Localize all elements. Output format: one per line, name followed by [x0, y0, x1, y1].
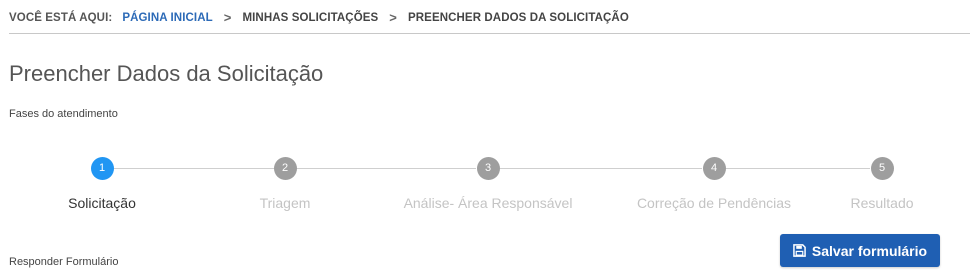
step-circle-3: 3	[476, 157, 500, 180]
step-circle-1: 1	[90, 157, 114, 180]
step-label-5: Resultado	[850, 195, 914, 211]
step-label-1: Solicitação	[68, 195, 136, 211]
step-label-4: Correção de Pendências	[636, 195, 792, 211]
step-connector	[725, 168, 870, 169]
step-circle-5: 5	[870, 157, 894, 180]
respond-form-label: Responder Formulário	[9, 256, 119, 268]
step-label-3: Análise- Área Responsável	[403, 195, 573, 211]
save-form-label: Salvar formulário	[811, 242, 928, 259]
step-circle-2: 2	[273, 157, 297, 180]
step-connector	[114, 168, 274, 169]
step-connector	[296, 168, 476, 169]
step-circle-4: 4	[702, 157, 726, 180]
progress-stepper: 1 2 3 4 5 Solicitação Triagem Análise- Á…	[0, 0, 975, 230]
step-connector	[500, 168, 702, 169]
floppy-disk-icon	[793, 244, 806, 257]
save-form-button[interactable]: Salvar formulário	[780, 234, 940, 267]
step-label-2: Triagem	[259, 195, 311, 211]
